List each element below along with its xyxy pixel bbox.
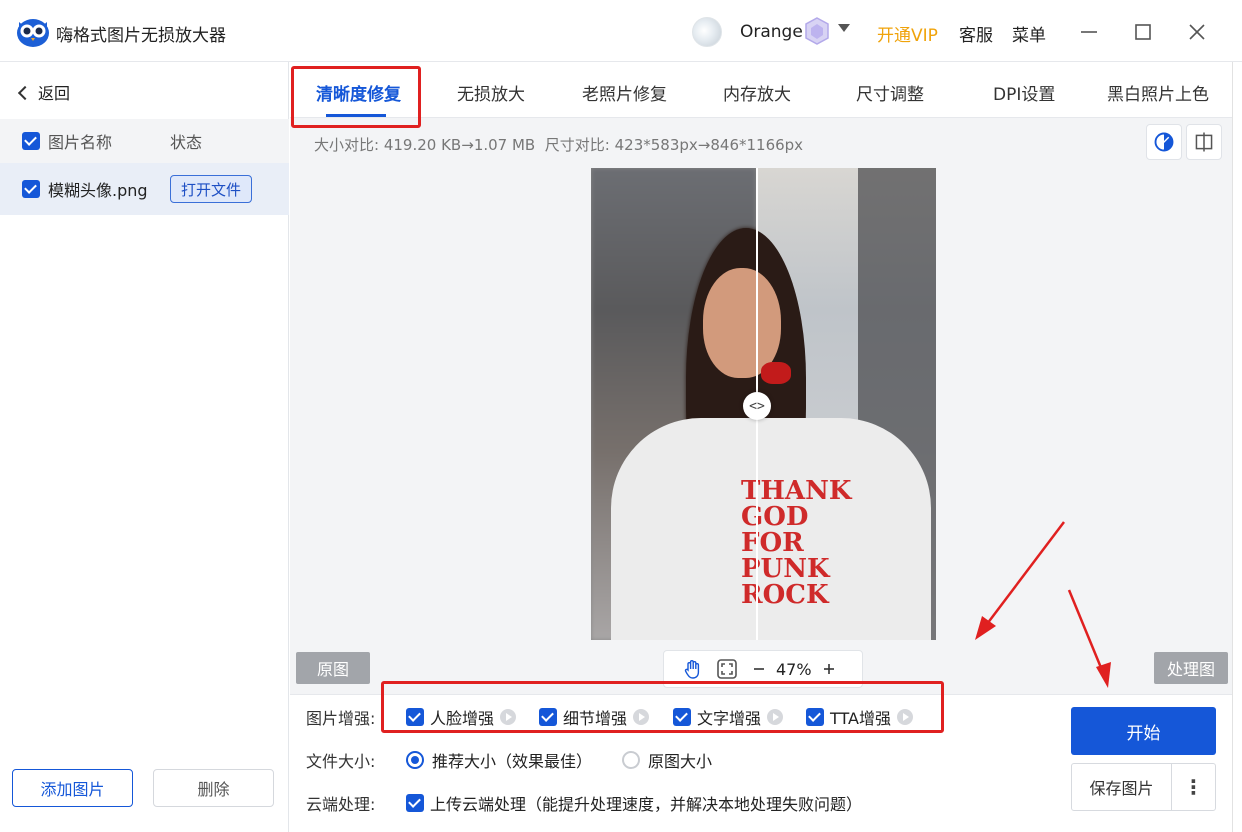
cloud-option[interactable]: 上传云端处理（能提升处理速度，并解决本地处理失败问题） bbox=[406, 791, 862, 815]
recommended-size-radio[interactable] bbox=[406, 751, 424, 769]
start-button[interactable]: 开始 bbox=[1071, 707, 1216, 755]
dim-from: 423*583px bbox=[614, 136, 698, 154]
username[interactable]: Orange bbox=[740, 22, 803, 42]
vip-link[interactable]: 开通VIP bbox=[877, 21, 938, 46]
file-checkbox[interactable] bbox=[22, 180, 40, 198]
dim-to: 846*1166px bbox=[710, 136, 804, 154]
zoom-in-icon[interactable] bbox=[822, 662, 836, 676]
fit-screen-icon[interactable] bbox=[716, 658, 738, 680]
processed-label: 处理图 bbox=[1154, 652, 1228, 684]
back-button[interactable]: 返回 bbox=[17, 80, 71, 104]
chevron-left-icon bbox=[17, 85, 33, 100]
file-size-label: 文件大小: bbox=[306, 752, 376, 771]
user-avatar[interactable] bbox=[692, 17, 722, 47]
maximize-icon[interactable] bbox=[1129, 18, 1157, 46]
size-to: 1.07 MB bbox=[473, 136, 536, 154]
dim-compare-label: 尺寸对比: bbox=[544, 136, 610, 154]
support-link[interactable]: 客服 bbox=[959, 21, 993, 46]
main-panel: 清晰度修复 无损放大 老照片修复 内存放大 尺寸调整 DPI设置 黑白照片上色 … bbox=[290, 62, 1242, 832]
zoom-out-icon[interactable] bbox=[752, 662, 766, 676]
enhance-label: 图片增强: bbox=[306, 709, 376, 728]
compare-slider-handle[interactable]: <> bbox=[743, 392, 771, 420]
file-name: 模糊头像.png bbox=[48, 181, 148, 200]
hand-pan-icon[interactable] bbox=[682, 658, 704, 680]
select-all-checkbox[interactable] bbox=[22, 132, 40, 150]
file-list-header: 图片名称 状态 bbox=[0, 119, 289, 163]
minimize-icon[interactable] bbox=[1075, 18, 1103, 46]
tab-old-photo-repair[interactable]: 老照片修复 bbox=[582, 80, 667, 105]
tab-lossless-upscale[interactable]: 无损放大 bbox=[457, 80, 525, 105]
file-sidebar: 返回 图片名称 状态 模糊头像.png 打开文件 添加图片 删除 bbox=[0, 62, 289, 832]
recommended-size-option[interactable]: 推荐大小（效果最佳） bbox=[406, 748, 592, 772]
dim-arrow: → bbox=[697, 136, 711, 154]
user-dropdown-icon[interactable] bbox=[838, 24, 850, 32]
cloud-label: 云端处理: bbox=[306, 795, 376, 814]
tab-memory-upscale[interactable]: 内存放大 bbox=[723, 80, 791, 105]
original-size-label: 原图大小 bbox=[648, 752, 713, 771]
delete-button[interactable]: 删除 bbox=[153, 769, 274, 807]
cloud-checkbox[interactable] bbox=[406, 794, 424, 812]
original-size-option[interactable]: 原图大小 bbox=[622, 748, 712, 772]
shirt-text: THANK GOD FOR PUNK ROCK bbox=[741, 476, 852, 610]
cloud-option-label: 上传云端处理（能提升处理速度，并解决本地处理失败问题） bbox=[430, 795, 863, 814]
original-label: 原图 bbox=[296, 652, 370, 684]
column-name: 图片名称 bbox=[48, 133, 113, 152]
file-row[interactable]: 模糊头像.png 打开文件 bbox=[0, 163, 289, 215]
title-bar: 嗨格式图片无损放大器 Orange 开通VIP 客服 菜单 bbox=[0, 0, 1242, 62]
back-label: 返回 bbox=[38, 84, 71, 103]
close-icon[interactable] bbox=[1183, 18, 1211, 46]
highlight-box-enhance bbox=[381, 681, 944, 733]
compare-info: 大小对比: 419.20 KB→1.07 MB 尺寸对比: 423*583px→… bbox=[314, 134, 803, 155]
recommended-size-label: 推荐大小（效果最佳） bbox=[432, 752, 593, 771]
tab-resize[interactable]: 尺寸调整 bbox=[856, 80, 924, 105]
tab-colorize[interactable]: 黑白照片上色 bbox=[1107, 80, 1209, 105]
size-arrow: → bbox=[461, 136, 474, 154]
vip-badge-icon bbox=[805, 17, 829, 45]
size-from: 419.20 KB bbox=[383, 136, 462, 154]
save-group: 保存图片 ⋮ bbox=[1071, 763, 1216, 811]
highlight-box-tab bbox=[291, 66, 421, 128]
split-view-icon[interactable] bbox=[1186, 124, 1222, 160]
zoom-level: 47% bbox=[776, 659, 812, 679]
add-image-button[interactable]: 添加图片 bbox=[12, 769, 133, 807]
save-image-button[interactable]: 保存图片 bbox=[1072, 764, 1172, 810]
open-file-button[interactable]: 打开文件 bbox=[170, 175, 252, 203]
lips-shape bbox=[761, 362, 791, 384]
background-window-edge bbox=[1232, 62, 1242, 832]
menu-link[interactable]: 菜单 bbox=[1012, 21, 1046, 46]
more-options-button[interactable]: ⋮ bbox=[1172, 764, 1215, 810]
owl-logo-icon bbox=[17, 19, 49, 47]
size-compare-label: 大小对比: bbox=[314, 136, 380, 154]
column-status: 状态 bbox=[170, 133, 203, 152]
original-size-radio[interactable] bbox=[622, 751, 640, 769]
tab-dpi-settings[interactable]: DPI设置 bbox=[993, 80, 1055, 105]
compare-mode-icon[interactable] bbox=[1146, 124, 1182, 160]
feature-tabs: 清晰度修复 无损放大 老照片修复 内存放大 尺寸调整 DPI设置 黑白照片上色 bbox=[290, 62, 1242, 118]
app-title: 嗨格式图片无损放大器 bbox=[56, 26, 226, 46]
preview-image[interactable]: THANK GOD FOR PUNK ROCK <> bbox=[591, 168, 936, 640]
